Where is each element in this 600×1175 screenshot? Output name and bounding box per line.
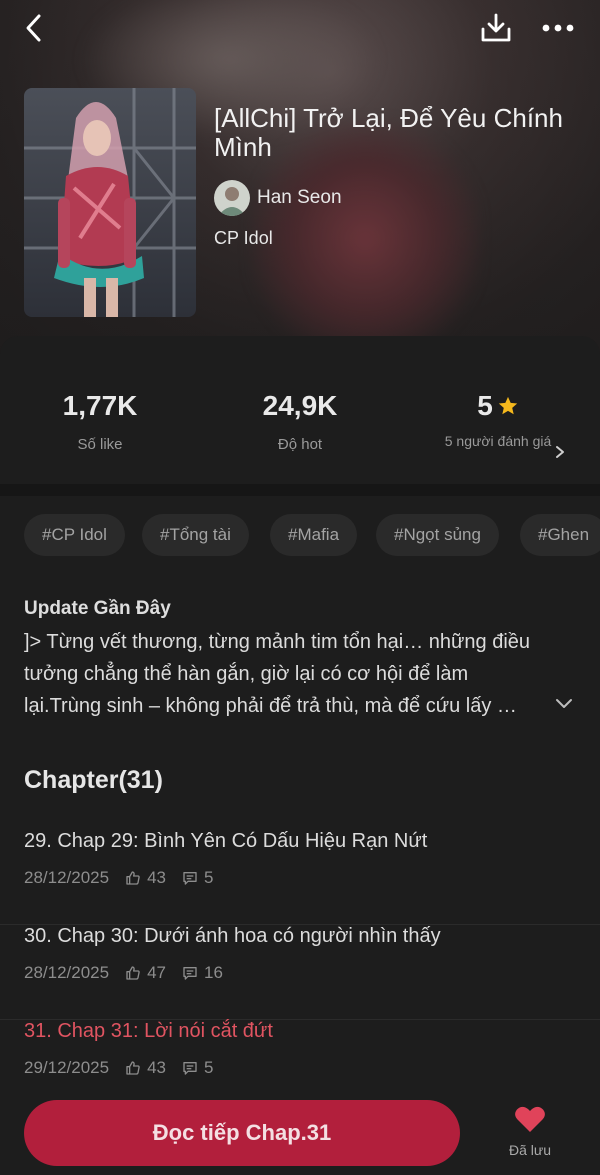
more-button[interactable] — [538, 10, 578, 46]
stats-panel: 1,77K Số like 24,9K Độ hot 5 5 người đán… — [0, 336, 600, 484]
chapter-date: 29/12/2025 — [24, 1058, 110, 1077]
saved-button[interactable]: Đã lưu — [500, 1105, 560, 1158]
author-name: Han Seon — [257, 187, 342, 208]
more-icon — [542, 24, 574, 32]
comment-icon — [183, 872, 197, 885]
likes-label: Số like — [77, 436, 123, 453]
like-icon — [126, 871, 140, 885]
section-divider — [0, 484, 600, 496]
rating-label: 5 người đánh giá — [444, 433, 552, 449]
chapter-title: 31. Chap 31: Lời nói cắt đứt — [24, 1020, 273, 1042]
cover-image — [24, 88, 196, 317]
download-button[interactable] — [476, 10, 516, 46]
chevron-right-icon[interactable] — [553, 444, 567, 460]
chapter-comments: 5 — [204, 868, 214, 887]
heart-icon — [515, 1106, 545, 1132]
author[interactable]: Han Seon — [214, 180, 342, 216]
chapter-title: 29. Chap 29: Bình Yên Có Dấu Hiệu Rạn Nứ… — [24, 830, 428, 852]
story-category[interactable]: CP Idol — [214, 228, 273, 249]
chapter-item[interactable]: 30. Chap 30: Dưới ánh hoa có người nhìn … — [0, 925, 600, 1020]
chapter-likes: 47 — [147, 963, 167, 982]
saved-label: Đã lưu — [508, 1142, 552, 1158]
tag-chip[interactable]: #Mafia — [270, 514, 358, 556]
chapter-heading: Chapter(31) — [24, 766, 163, 794]
likes-value: 1,77K — [62, 390, 138, 421]
chapter-title: 30. Chap 30: Dưới ánh hoa có người nhìn … — [24, 925, 441, 947]
avatar — [214, 180, 250, 216]
hot-stat: 24,9K Độ hot — [200, 390, 400, 453]
back-icon — [26, 14, 41, 42]
chapter-date: 28/12/2025 — [24, 963, 110, 982]
tag-chip[interactable]: #CP Idol — [24, 514, 125, 556]
rating-value: 5 — [477, 390, 493, 421]
chapter-likes: 43 — [147, 1058, 167, 1077]
comment-icon — [183, 967, 197, 980]
like-icon — [126, 966, 140, 980]
bottom-action-bar: Đọc tiếp Chap.31 Đã lưu — [0, 1085, 600, 1175]
chapter-date: 28/12/2025 — [24, 868, 110, 887]
detail-sheet: 1,77K Số like 24,9K Độ hot 5 5 người đán… — [0, 336, 600, 1175]
continue-reading-button[interactable]: Đọc tiếp Chap.31 — [24, 1100, 460, 1166]
tag-chip[interactable]: #Ghen — [520, 514, 600, 556]
hot-label: Độ hot — [277, 436, 323, 453]
chevron-down-icon[interactable] — [554, 696, 574, 710]
update-text: ]> Từng vết thương, từng mảnh tim tổn hạ… — [24, 631, 531, 717]
story-cover[interactable] — [24, 88, 196, 317]
hot-value: 24,9K — [262, 390, 338, 421]
tag-chip[interactable]: #Ngọt sủng — [376, 514, 499, 556]
story-title: [AllChi] Trở Lại, Để Yêu Chính Mình — [214, 103, 563, 162]
update-heading: Update Gần Đây — [24, 598, 171, 619]
like-icon — [126, 1061, 140, 1075]
star-icon — [498, 396, 517, 415]
top-bar — [0, 0, 600, 56]
tag-list: #CP Idol #Tổng tài #Mafia #Ngọt sủng #Gh… — [0, 514, 600, 558]
chapter-item[interactable]: 29. Chap 29: Bình Yên Có Dấu Hiệu Rạn Nứ… — [0, 830, 600, 925]
comment-icon — [183, 1062, 197, 1075]
chapter-comments: 5 — [204, 1058, 214, 1077]
likes-stat: 1,77K Số like — [0, 390, 200, 453]
download-icon — [481, 13, 511, 42]
chapter-likes: 43 — [147, 868, 167, 887]
back-button[interactable] — [14, 10, 54, 46]
tag-chip[interactable]: #Tổng tài — [142, 514, 249, 556]
rating-stat[interactable]: 5 5 người đánh giá — [398, 390, 598, 450]
chapter-comments: 16 — [204, 963, 223, 982]
